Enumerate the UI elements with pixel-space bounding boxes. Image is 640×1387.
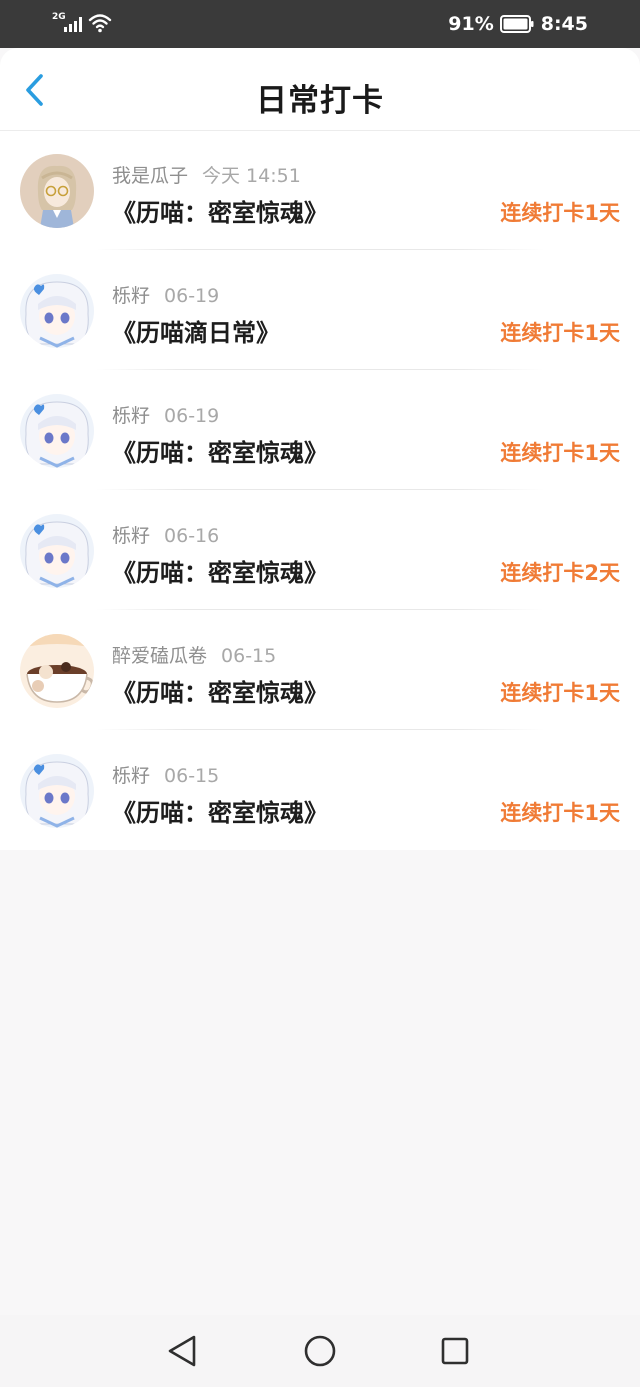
streak-label: 连续打卡1天 bbox=[500, 321, 620, 345]
streak-label: 连续打卡2天 bbox=[500, 561, 620, 585]
page-header: 日常打卡 bbox=[0, 48, 640, 130]
username[interactable]: 栎籽 bbox=[112, 285, 150, 307]
back-triangle-icon[interactable] bbox=[164, 1333, 200, 1369]
row-divider bbox=[96, 489, 544, 490]
checkin-item[interactable]: 栎籽 06-19 《历喵滴日常》 连续打卡1天 bbox=[0, 251, 640, 370]
checkin-time: 06-19 bbox=[164, 405, 220, 427]
checkin-meta: 栎籽 06-15 bbox=[112, 761, 219, 788]
white-hair-anime-avatar[interactable] bbox=[20, 274, 94, 348]
white-hair-anime-avatar[interactable] bbox=[20, 394, 94, 468]
checkin-item[interactable]: 我是瓜子 今天 14:51 《历喵：密室惊魂》 连续打卡1天 bbox=[0, 131, 640, 250]
streak-label: 连续打卡1天 bbox=[500, 201, 620, 225]
checkin-item[interactable]: 栎籽 06-16 《历喵：密室惊魂》 连续打卡2天 bbox=[0, 491, 640, 610]
streak-label: 连续打卡1天 bbox=[500, 681, 620, 705]
clock: 8:45 bbox=[540, 13, 588, 35]
checkin-time: 06-19 bbox=[164, 285, 220, 307]
checkin-item[interactable]: 醉爱磕瓜卷 06-15 《历喵：密室惊魂》 连续打卡1天 bbox=[0, 611, 640, 730]
checkin-time: 今天 14:51 bbox=[202, 165, 301, 187]
book-title[interactable]: 《历喵：密室惊魂》 bbox=[112, 673, 328, 708]
checkin-meta: 栎籽 06-19 bbox=[112, 401, 219, 428]
book-title[interactable]: 《历喵：密室惊魂》 bbox=[112, 793, 328, 828]
checkin-time: 06-15 bbox=[221, 645, 277, 667]
wifi-icon bbox=[88, 14, 112, 33]
white-hair-anime-avatar[interactable] bbox=[20, 514, 94, 588]
row-divider bbox=[96, 249, 544, 250]
coffee-cup-avatar[interactable] bbox=[20, 634, 94, 708]
checkin-meta: 栎籽 06-19 bbox=[112, 281, 219, 308]
book-title[interactable]: 《历喵滴日常》 bbox=[112, 313, 280, 348]
book-title[interactable]: 《历喵：密室惊魂》 bbox=[112, 553, 328, 588]
checkin-meta: 栎籽 06-16 bbox=[112, 521, 219, 548]
signal-icon bbox=[64, 17, 82, 32]
username[interactable]: 栎籽 bbox=[112, 405, 150, 427]
checkin-list: 我是瓜子 今天 14:51 《历喵：密室惊魂》 连续打卡1天 栎籽 06-19 《历… bbox=[0, 130, 640, 850]
home-circle-icon[interactable] bbox=[302, 1333, 338, 1369]
battery-icon bbox=[499, 15, 534, 33]
row-divider bbox=[96, 369, 544, 370]
status-bar: 2G 91% 8:45 bbox=[0, 0, 640, 48]
row-divider bbox=[96, 729, 544, 730]
checkin-item[interactable]: 栎籽 06-15 《历喵：密室惊魂》 连续打卡1天 bbox=[0, 731, 640, 850]
checkin-meta: 我是瓜子 今天 14:51 bbox=[112, 161, 301, 188]
checkin-meta: 醉爱磕瓜卷 06-15 bbox=[112, 641, 276, 668]
checkin-time: 06-15 bbox=[164, 765, 220, 787]
glasses-character-avatar[interactable] bbox=[20, 154, 94, 228]
streak-label: 连续打卡1天 bbox=[500, 801, 620, 825]
streak-label: 连续打卡1天 bbox=[500, 441, 620, 465]
page-title: 日常打卡 bbox=[256, 83, 384, 119]
white-hair-anime-avatar[interactable] bbox=[20, 754, 94, 828]
recents-square-icon[interactable] bbox=[437, 1333, 473, 1369]
system-nav-bar bbox=[0, 1315, 640, 1387]
battery-percent: 91% bbox=[448, 13, 494, 35]
checkin-time: 06-16 bbox=[164, 525, 220, 547]
checkin-item[interactable]: 栎籽 06-19 《历喵：密室惊魂》 连续打卡1天 bbox=[0, 371, 640, 490]
status-right: 91% 8:45 bbox=[448, 10, 588, 38]
username[interactable]: 栎籽 bbox=[112, 765, 150, 787]
username[interactable]: 栎籽 bbox=[112, 525, 150, 547]
book-title[interactable]: 《历喵：密室惊魂》 bbox=[112, 193, 328, 228]
book-title[interactable]: 《历喵：密室惊魂》 bbox=[112, 433, 328, 468]
row-divider bbox=[96, 609, 544, 610]
username[interactable]: 我是瓜子 bbox=[112, 165, 188, 187]
username[interactable]: 醉爱磕瓜卷 bbox=[112, 645, 207, 667]
